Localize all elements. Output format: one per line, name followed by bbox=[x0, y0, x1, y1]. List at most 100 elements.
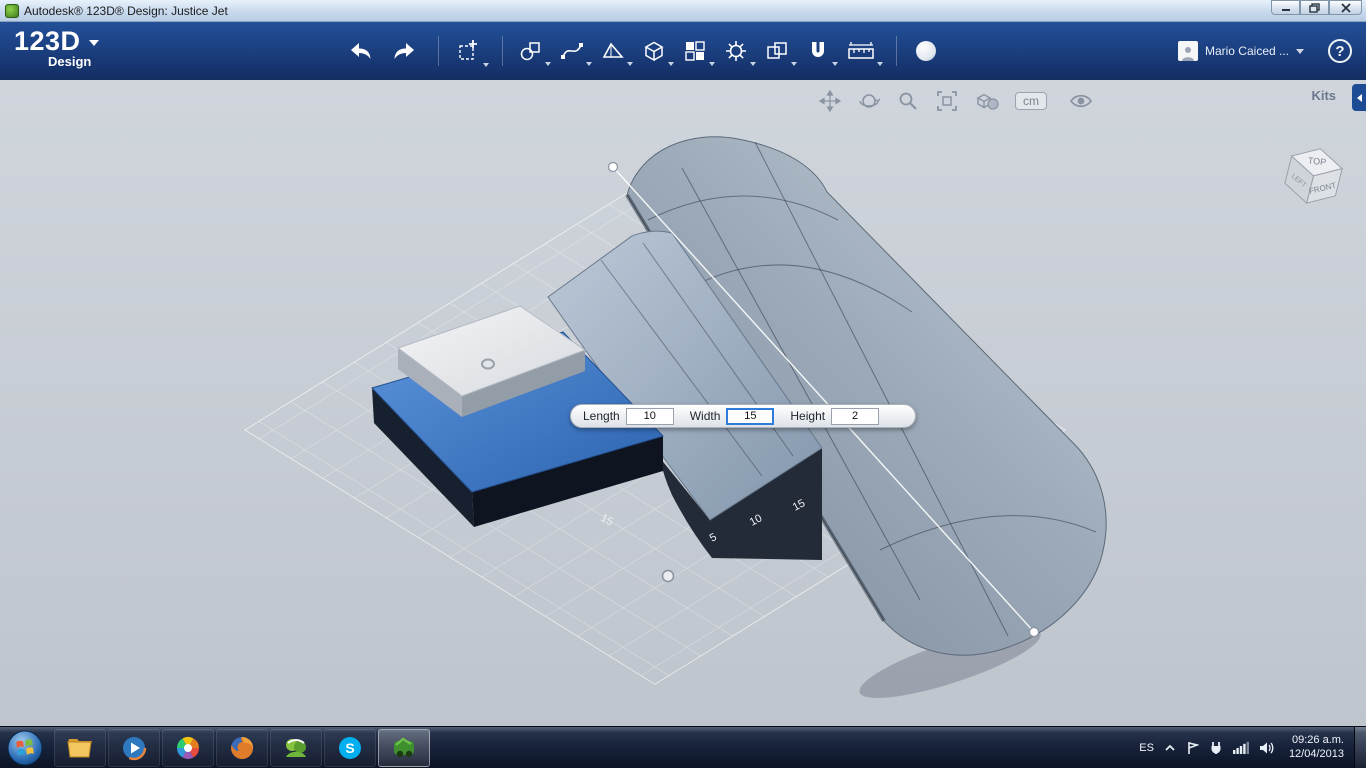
restore-icon bbox=[1309, 2, 1320, 13]
app-123d-icon bbox=[394, 737, 414, 757]
chevron-down-icon bbox=[750, 62, 756, 66]
origin-gizmo[interactable] bbox=[661, 569, 675, 583]
dimension-input-toolbar: Length Width Height bbox=[570, 404, 916, 428]
chevron-down-icon bbox=[709, 62, 715, 66]
height-label: Height bbox=[790, 409, 826, 423]
sketch-button[interactable] bbox=[560, 39, 592, 66]
combine-icon bbox=[767, 42, 787, 59]
box-button[interactable] bbox=[642, 39, 674, 66]
zoom-icon[interactable] bbox=[896, 89, 920, 113]
pattern-button[interactable] bbox=[683, 39, 715, 66]
box-icon bbox=[644, 41, 664, 62]
taskbar-explorer-button[interactable] bbox=[54, 728, 106, 767]
chevron-down-icon bbox=[88, 40, 99, 46]
minimize-button[interactable] bbox=[1271, 0, 1300, 15]
skype-letter: S bbox=[345, 740, 354, 756]
3d-scene-canvas[interactable]: 5 10 15 15 bbox=[0, 80, 1366, 726]
window-titlebar: Autodesk® 123D® Design: Justice Jet bbox=[0, 0, 1366, 22]
shading-icon[interactable] bbox=[974, 89, 1000, 113]
kits-panel-expand-button[interactable] bbox=[1352, 84, 1366, 111]
primitives-icon bbox=[520, 42, 540, 61]
chevron-down-icon bbox=[877, 62, 883, 66]
units-button[interactable]: cm bbox=[1015, 92, 1047, 110]
construct-icon bbox=[602, 42, 624, 58]
user-menu[interactable]: Mario Caiced ... bbox=[1177, 22, 1304, 80]
chevron-down-icon bbox=[791, 62, 797, 66]
close-icon bbox=[1340, 2, 1351, 13]
chevron-down-icon bbox=[832, 62, 838, 66]
person-icon bbox=[1181, 47, 1194, 61]
language-indicator[interactable]: ES bbox=[1139, 742, 1154, 754]
volume-speaker-icon[interactable] bbox=[1259, 741, 1275, 755]
logo-text: 123D bbox=[14, 26, 81, 56]
toolbar-separator bbox=[438, 36, 439, 66]
modify-gear-icon bbox=[726, 41, 746, 61]
units-label: cm bbox=[1023, 94, 1039, 108]
chevron-down-icon bbox=[668, 62, 674, 66]
taskbar-skype-button[interactable]: S bbox=[324, 728, 376, 767]
chevron-down-icon bbox=[627, 62, 633, 66]
transform-button[interactable] bbox=[455, 38, 489, 67]
taskbar-media-player-button[interactable] bbox=[108, 728, 160, 767]
measure-handle-end[interactable] bbox=[1028, 626, 1040, 638]
avatar bbox=[1177, 41, 1198, 61]
orbit-icon[interactable] bbox=[857, 89, 881, 113]
taskbar-firefox-button[interactable] bbox=[216, 728, 268, 767]
material-button[interactable] bbox=[913, 38, 939, 64]
color-wheel-icon bbox=[177, 736, 199, 759]
redo-button[interactable] bbox=[391, 41, 417, 61]
chevron-down-icon bbox=[1296, 48, 1304, 54]
media-player-icon bbox=[121, 735, 147, 760]
folder-icon bbox=[67, 738, 92, 757]
pan-icon[interactable] bbox=[818, 89, 842, 113]
main-toolbar bbox=[348, 22, 956, 80]
length-input[interactable] bbox=[625, 407, 674, 425]
window-title: Autodesk® 123D® Design: Justice Jet bbox=[24, 3, 228, 18]
hidden-icons-chevron-icon[interactable] bbox=[1164, 743, 1176, 753]
construct-button[interactable] bbox=[601, 39, 633, 66]
taskbar-messenger-button[interactable] bbox=[270, 728, 322, 767]
transform-icon bbox=[459, 40, 477, 60]
taskbar-color-wheel-button[interactable] bbox=[162, 728, 214, 767]
help-button[interactable]: ? bbox=[1328, 39, 1352, 63]
material-sphere-icon bbox=[916, 41, 936, 61]
ruler-icon bbox=[848, 42, 874, 59]
height-input[interactable] bbox=[831, 407, 880, 425]
sketch-icon bbox=[561, 43, 583, 59]
viewcube-top-label: TOP bbox=[1307, 155, 1326, 167]
undo-button[interactable] bbox=[348, 41, 374, 61]
combine-button[interactable] bbox=[765, 39, 797, 66]
toolbar-separator bbox=[502, 36, 503, 66]
3d-viewport[interactable]: 5 10 15 15 cm Kits TOP FRONT LEFT Length… bbox=[0, 80, 1366, 726]
power-plug-icon[interactable] bbox=[1209, 741, 1223, 755]
close-button[interactable] bbox=[1329, 0, 1362, 15]
system-tray: ES 09:26 a.m. 12/04/2013 bbox=[1139, 734, 1348, 762]
chevron-down-icon bbox=[483, 63, 489, 67]
modify-button[interactable] bbox=[724, 39, 756, 66]
fit-view-icon[interactable] bbox=[935, 89, 959, 113]
taskbar-clock[interactable]: 09:26 a.m. 12/04/2013 bbox=[1289, 734, 1344, 762]
measure-button[interactable] bbox=[847, 39, 883, 66]
visibility-eye-icon[interactable] bbox=[1068, 89, 1094, 113]
measure-handle-start[interactable] bbox=[607, 161, 619, 173]
width-label: Width bbox=[689, 409, 721, 423]
clock-time: 09:26 a.m. bbox=[1292, 733, 1344, 746]
network-signal-icon[interactable] bbox=[1232, 741, 1249, 754]
app-logo-menu[interactable]: 123D Design bbox=[14, 26, 99, 69]
show-desktop-button[interactable] bbox=[1354, 726, 1366, 768]
chevron-left-icon bbox=[1356, 93, 1362, 102]
minimize-icon bbox=[1281, 9, 1290, 11]
restore-button[interactable] bbox=[1300, 0, 1329, 15]
snap-button[interactable] bbox=[806, 39, 838, 66]
app-header: 123D Design Mario Caiced ... ? bbox=[0, 22, 1366, 80]
primitives-button[interactable] bbox=[519, 39, 551, 66]
width-input[interactable] bbox=[726, 407, 775, 425]
messenger-icon bbox=[286, 738, 306, 757]
magnet-icon bbox=[812, 42, 824, 57]
taskbar-123d-design-button[interactable] bbox=[378, 728, 430, 767]
start-button[interactable] bbox=[6, 729, 44, 767]
action-center-flag-icon[interactable] bbox=[1186, 741, 1199, 755]
viewcube[interactable]: TOP FRONT LEFT bbox=[1276, 136, 1352, 212]
user-name: Mario Caiced ... bbox=[1204, 44, 1289, 58]
windows-taskbar: S ES 09:26 a.m. 12/04/2013 bbox=[0, 726, 1366, 768]
